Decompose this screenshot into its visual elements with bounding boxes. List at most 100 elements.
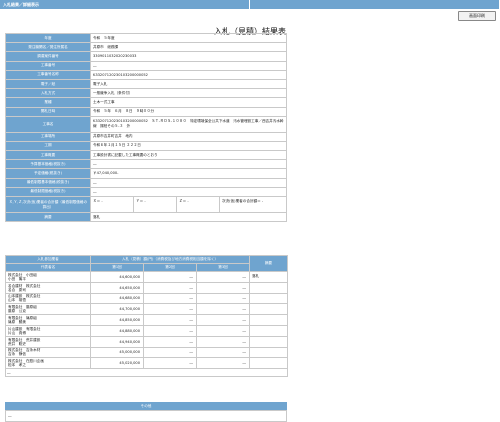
remarks-value: 落札 [90,211,287,223]
bidder-cell: 片山建設 有限会社 片山 貴博 [5,324,91,337]
other-value: ― [5,410,287,422]
detail-value: 令和 ５年度 [90,32,287,44]
bid-table: 入札参加業者 入札（見積）額(円)（消費税及び地方消費税相当額を除く） 摘要 代… [4,255,289,378]
bid-result [249,314,289,326]
round-1-header: 第1回 [90,263,144,272]
bid-amount-round-1: 44,600,000 [90,271,144,283]
bidder-rep: 山本 雄悟 [8,298,26,303]
bid-amount-round-2: ― [143,281,197,294]
bid-amount-round-1: 45,020,000 [90,357,144,370]
detail-value: 3309011032020230033 [90,51,287,62]
detail-value: 令和６年１月１５日 ２２２日 [90,140,287,152]
bid-row: 有限会社 藤原組 藤原 公克 44,700,000 ― ― [5,303,289,316]
bid-result [249,281,289,294]
bid-amount-round-3: ― [195,292,251,305]
detail-label: 最低制限価格(税抜き) [5,186,91,198]
coef-total: 次決(仮)業者の合計額＝ - [222,199,264,203]
bidder-rep: 松本 孝之 [8,363,26,368]
bid-amount-round-2: ― [143,292,197,305]
detail-label: 電子／紙 [5,78,91,90]
bid-amount-round-2: ― [143,346,197,359]
detail-label: 業種 [5,97,91,108]
detail-label: 年度 [5,32,91,44]
detail-row: 工事番号 ― [5,60,287,71]
bidder-cell: 株式会社 吉永木材 吉永 静信 [5,346,91,359]
bid-amount-round-2: ― [143,271,197,283]
bid-amount-round-2: ― [143,303,197,316]
detail-label: 工事名 [5,115,91,133]
bid-result: 落札 [249,271,289,283]
bid-amount-round-3: ― [195,314,251,326]
detail-label: 工事場所 [5,131,91,142]
coef-label: Ｘ,Ｙ,Ｚ,次決(仮)業者の合計額（最低制限価格の算出） [5,196,91,213]
bid-row: 山本建設 株式会社 山本 雄悟 44,680,000 ― ― [5,292,289,305]
bid-amount-round-3: ― [195,271,251,283]
detail-value: 井原市吉井町吉井 地内 [90,131,287,142]
detail-row: 工事場所 井原市吉井町吉井 地内 [5,131,287,142]
bid-result [249,324,289,337]
rep-header: 代表者名 [5,263,91,272]
bid-amount-round-1: 44,700,000 [90,303,144,316]
round-2-header: 第2回 [143,263,197,272]
detail-label: 工事番号 [5,60,91,71]
print-button[interactable]: 画面印刷 [458,11,496,21]
detail-row: 予算基本価格(税抜き) ― [5,159,287,170]
bidder-cell: 株式会社 小田組 小田 篤平 [5,271,91,283]
coef-z: Ｚ＝ - [177,197,220,212]
bid-amount-round-3: ― [195,324,251,337]
bidder-cell: 山本建設 株式会社 山本 雄悟 [5,292,91,305]
bid-amount-round-1: 44,650,000 [90,281,144,294]
detail-value: 令和 ５年 ６月 ８日 ９時００分 [90,106,287,117]
detail-row: 業種 土木一式工事 [5,97,287,108]
detail-row: 発注機関名／発注所属名 井原市 総務課 [5,42,287,53]
bid-amount-round-3: ― [195,281,251,294]
bid-row: 株式会社 吉永木材 吉永 静信 45,000,000 ― ― [5,346,289,359]
detail-label: 入札方式 [5,88,91,99]
detail-value: ― [90,186,287,198]
bid-amount-round-2: ― [143,335,197,348]
top-bar: 入札結果／詳細表示 [0,0,500,9]
bidder-rep: 篠原 勝美 [8,320,26,325]
detail-table: 年度 令和 ５年度 発注機関名／発注所属名 井原市 総務課 調達案件番号 33090110… [5,32,287,223]
bid-table-footer: ― [4,368,289,378]
detail-row: 電子／紙 電子入札 [5,78,287,90]
detail-row: 最低制限価格(税抜き) ― [5,186,287,198]
detail-label: 発注機関名／発注所属名 [5,42,91,53]
round-3-header: 第3回 [195,263,251,272]
bid-amount-round-1: 44,880,000 [90,324,144,337]
detail-value: 一般競争入札（条件付） [90,88,287,99]
participants-header: 入札参加業者 [5,255,91,264]
bid-row: 有限会社 荒井建設 荒井 聡史 44,940,000 ― ― [5,335,289,348]
detail-value: ￥47,040,000- [90,168,287,179]
detail-row: 入札方式 一般競争入札（条件付） [5,88,287,99]
top-bar-right [250,0,500,9]
bid-result [249,335,289,348]
detail-label: 工期 [5,140,91,152]
breadcrumb: 入札結果／詳細表示 [0,0,250,9]
bidder-cell: 有限会社 藤原組 藤原 公克 [5,303,91,316]
bidder-rep: 吉永 静信 [8,352,26,357]
bidder-rep: 名合 慶司 [8,287,26,292]
detail-row: 工事番号名称 K33207120230103200000052 [5,69,287,80]
coef-x: Ｘ＝ - [92,197,134,212]
amount-header: 入札（見積）額(円)（消費税及び地方消費税相当額を除く） [89,255,251,264]
detail-row: 開札日時 令和 ５年 ６月 ８日 ９時００分 [5,106,287,117]
other-header: その他 [5,402,287,410]
remarks-label: 摘要 [5,211,91,223]
bid-result [249,357,289,370]
bidder-rep: 荒井 聡史 [8,341,26,346]
bidder-cell: 有限会社 荒井建設 荒井 聡史 [5,335,91,348]
detail-value: 土木一式工事 [90,97,287,108]
bid-result [249,346,289,359]
bid-row: 名合建材 株式会社 名合 慶司 44,650,000 ― ― [5,281,289,294]
bidder-cell: 名合建材 株式会社 名合 慶司 [5,281,91,294]
detail-row: 最低制限基本価格(税抜き) ― [5,177,287,188]
bidder-rep: 藤原 公克 [8,309,26,314]
bid-amount-round-3: ― [195,357,251,370]
coef-y: Ｙ＝ - [134,197,177,212]
detail-value: ― [90,159,287,170]
bid-amount-round-2: ― [143,324,197,337]
bid-result [249,292,289,305]
bid-row: 株式会社 在庭川企画 松本 孝之 45,020,000 ― ― [5,357,289,370]
bid-amount-round-2: ― [143,357,197,370]
